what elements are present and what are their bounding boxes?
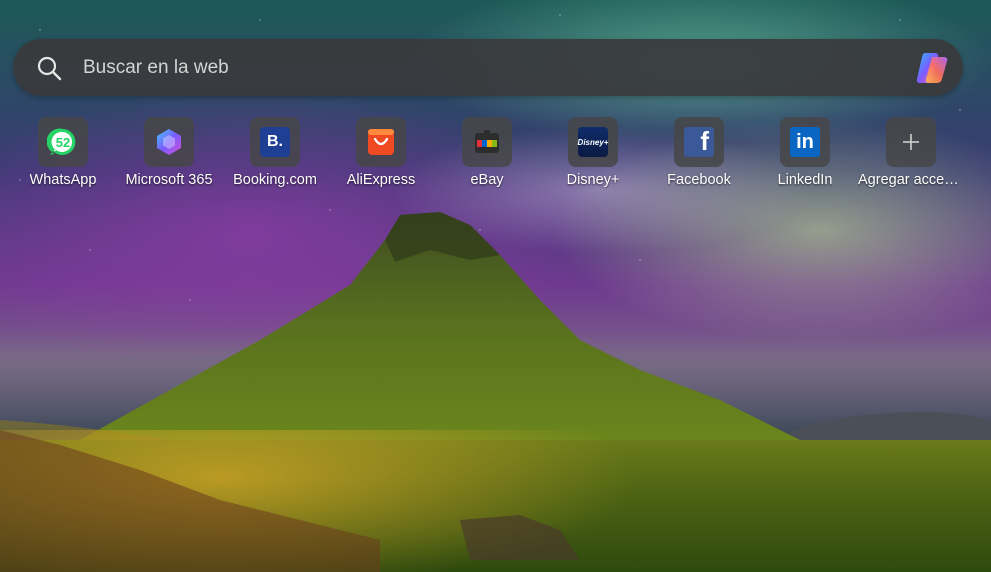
search-bar[interactable] <box>13 39 963 96</box>
tile-icon-box <box>886 117 936 167</box>
microsoft-365-icon <box>157 129 181 155</box>
tile-icon-box: f <box>674 117 724 167</box>
whatsapp-icon: 52 <box>47 128 76 155</box>
quick-links: 52 WhatsApp Microsoft 365 B. Booking.com… <box>0 117 991 197</box>
aliexpress-icon <box>368 129 394 155</box>
quick-link-facebook[interactable]: f Facebook <box>646 117 752 197</box>
tile-icon-box <box>462 117 512 167</box>
quick-link-label: LinkedIn <box>777 172 833 188</box>
quick-link-disney-plus[interactable]: Disney+ Disney+ <box>540 117 646 197</box>
tile-icon-box: B. <box>250 117 300 167</box>
tile-icon-box: 52 <box>38 117 88 167</box>
tile-icon-box <box>356 117 406 167</box>
ebay-icon <box>475 130 499 153</box>
search-icon <box>37 56 62 81</box>
facebook-icon: f <box>684 126 714 157</box>
quick-link-ebay[interactable]: eBay <box>434 117 540 197</box>
copilot-icon[interactable] <box>913 49 951 87</box>
quick-link-label: Microsoft 365 <box>125 172 213 188</box>
plus-icon <box>903 134 919 150</box>
tile-icon-box: in <box>780 117 830 167</box>
tile-icon-box <box>144 117 194 167</box>
quick-link-label: eBay <box>470 172 504 188</box>
search-input[interactable] <box>83 39 903 96</box>
quick-link-label: AliExpress <box>346 172 416 188</box>
quick-link-label: Booking.com <box>233 172 317 188</box>
quick-link-microsoft-365[interactable]: Microsoft 365 <box>116 117 222 197</box>
quick-link-whatsapp[interactable]: 52 WhatsApp <box>10 117 116 197</box>
add-shortcut-button[interactable]: Agregar acceso directo <box>858 117 964 197</box>
quick-link-linkedin[interactable]: in LinkedIn <box>752 117 858 197</box>
quick-link-label: Disney+ <box>566 172 620 188</box>
quick-link-booking[interactable]: B. Booking.com <box>222 117 328 197</box>
linkedin-icon: in <box>790 127 820 157</box>
tile-icon-box: Disney+ <box>568 117 618 167</box>
quick-link-label: WhatsApp <box>29 172 97 188</box>
quick-link-label: Facebook <box>667 172 731 188</box>
booking-icon: B. <box>260 127 290 157</box>
disney-plus-icon: Disney+ <box>578 127 608 157</box>
quick-link-label: Agregar acceso directo <box>858 172 964 188</box>
whatsapp-badge: 52 <box>56 135 70 150</box>
quick-link-aliexpress[interactable]: AliExpress <box>328 117 434 197</box>
